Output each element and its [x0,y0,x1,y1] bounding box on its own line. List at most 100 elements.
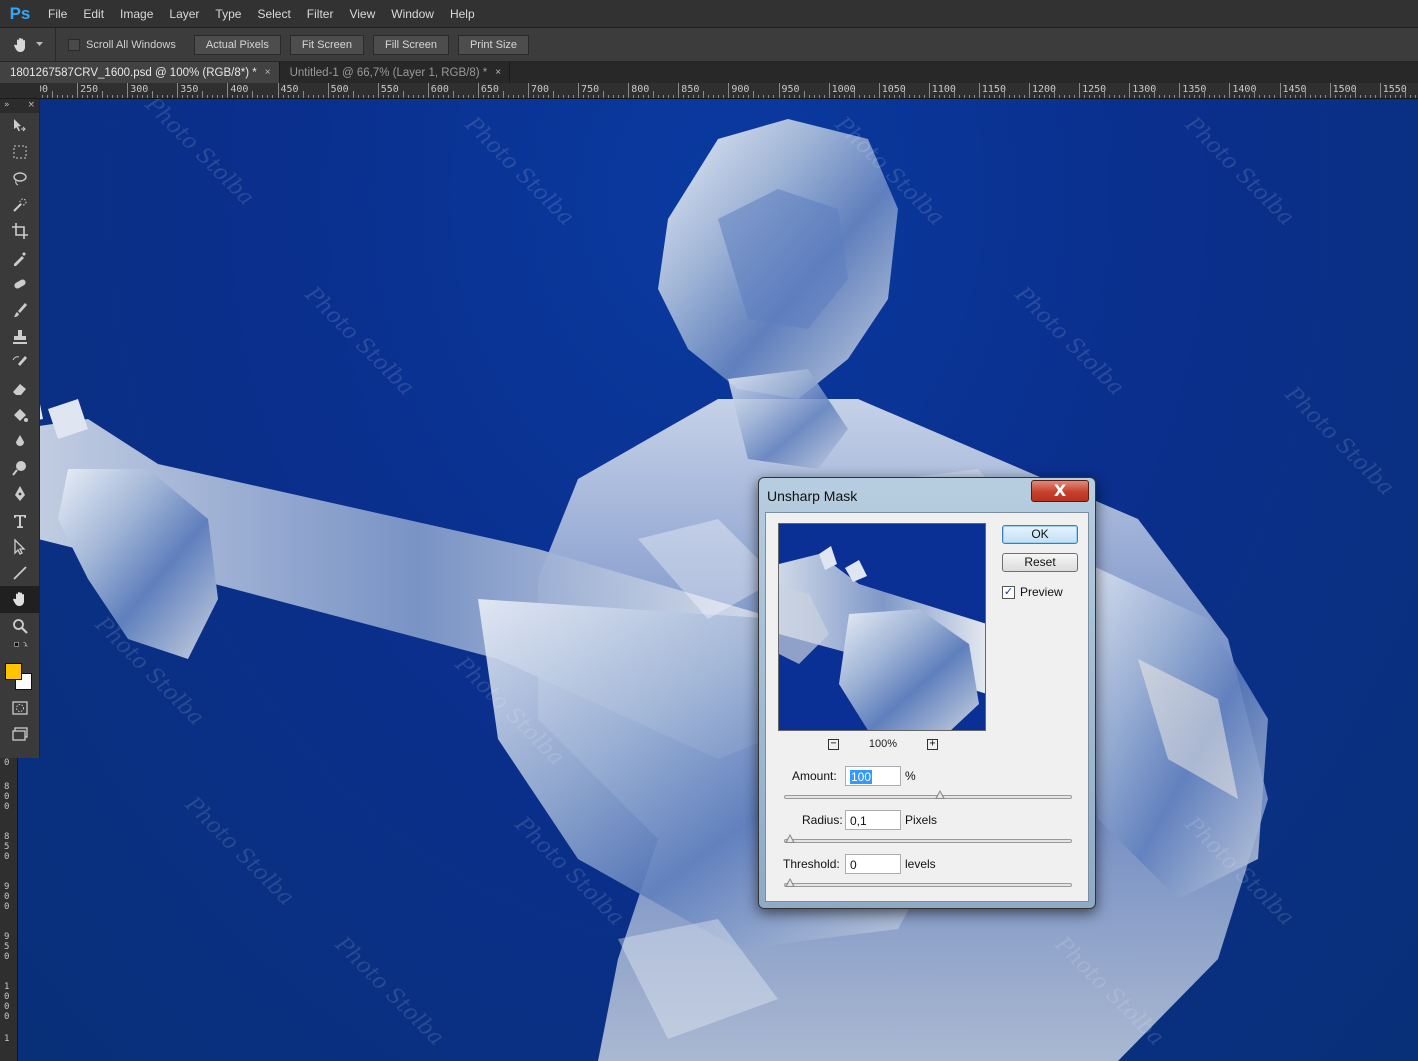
ruler-major-tick [1279,83,1281,98]
preview-checkbox-box[interactable]: ✓ [1002,585,1015,599]
menu-image[interactable]: Image [112,0,161,28]
hand-tool[interactable] [0,586,40,613]
radius-slider-thumb[interactable] [785,834,795,843]
actual-pixels-button[interactable]: Actual Pixels [193,34,281,55]
zoom-tool[interactable] [0,613,40,639]
ruler-minor-tick [703,91,705,98]
amount-slider[interactable] [784,790,1072,799]
amount-slider-thumb[interactable] [935,790,946,799]
radius-label: Radius: [802,813,843,827]
checkbox-box[interactable] [68,38,80,51]
threshold-slider-thumb[interactable] [785,878,795,887]
dialog-close-button[interactable]: X [1031,480,1089,502]
ruler-minor-tick [402,91,404,98]
path-selection-tool[interactable] [0,534,40,560]
menu-window[interactable]: Window [383,0,442,28]
color-swatches[interactable] [0,655,40,695]
dodge-tool[interactable] [0,455,40,481]
blur-tool[interactable] [0,429,40,455]
line-icon [13,566,27,580]
menu-edit[interactable]: Edit [75,0,112,28]
amount-input[interactable]: 100 [845,766,901,786]
zoom-out-button[interactable]: − [828,738,839,750]
ruler-label: 950 [781,84,800,95]
ruler-label: 8 5 0 [4,832,10,862]
tools-panel: » × [0,99,40,758]
tab-document-1[interactable]: 1801267587CRV_1600.psd @ 100% (RGB/8*) *… [0,62,280,83]
eraser-icon [13,384,26,396]
ruler-origin[interactable] [0,83,40,99]
history-brush-tool[interactable] [0,350,40,376]
ruler-major-tick [1229,83,1231,98]
close-icon[interactable]: × [27,99,35,113]
print-size-button[interactable]: Print Size [457,34,530,55]
close-icon[interactable]: × [265,67,271,78]
zoom-in-button[interactable]: + [926,738,938,750]
healing-brush-tool[interactable] [0,271,40,297]
radius-input[interactable]: 0,1 [845,810,901,830]
foreground-color-swatch[interactable] [5,662,22,680]
tab-document-2[interactable]: Untitled-1 @ 66,7% (Layer 1, RGB/8) * × [280,62,511,83]
radius-slider[interactable] [784,834,1072,843]
move-tool[interactable] [0,113,40,139]
crop-tool[interactable] [0,218,40,244]
dialog-titlebar[interactable]: Unsharp Mask X [759,478,1095,512]
preview-checkbox[interactable]: ✓ Preview [1002,585,1063,599]
close-icon[interactable]: × [495,67,501,78]
ruler-label: 1450 [1282,84,1307,95]
ruler-label: 1200 [1032,84,1057,95]
reset-button[interactable]: Reset [1002,553,1078,572]
ruler-label: 1050 [881,84,906,95]
collapse-icon[interactable]: » [4,99,10,113]
threshold-input[interactable]: 0 [845,854,901,874]
marquee-tool[interactable] [0,139,40,165]
default-colors-toggle[interactable] [0,639,40,655]
ruler-major-tick [778,83,780,98]
fit-screen-button[interactable]: Fit Screen [289,34,364,55]
ruler-minor-tick [152,91,154,98]
clone-stamp-tool[interactable] [0,323,40,349]
ruler-label: 800 [631,84,650,95]
vertical-ruler[interactable]: 0 8 0 0 8 5 0 9 0 0 9 5 0 1 0 0 0 1 [0,758,18,1061]
ruler-label: 250 [80,84,99,95]
menu-layer[interactable]: Layer [161,0,207,28]
menu-select[interactable]: Select [249,0,298,28]
lasso-icon [13,172,27,186]
menu-filter[interactable]: Filter [299,0,342,28]
ruler-label: 1 [4,1034,10,1044]
type-tool[interactable] [0,507,40,533]
ruler-major-tick [978,83,980,98]
eraser-tool[interactable] [0,376,40,402]
quick-mask-icon [12,701,28,715]
menu-file[interactable]: File [40,0,75,28]
scroll-all-windows-checkbox[interactable]: Scroll All Windows [68,38,176,51]
pen-tool[interactable] [0,481,40,507]
filter-preview-thumbnail[interactable] [778,523,986,731]
screen-mode-tool[interactable] [0,721,40,747]
ruler-minor-tick [853,91,855,98]
document-canvas[interactable]: Photo Stolba Photo Stolba Photo Stolba P… [18,99,1418,1061]
ruler-label: 1 0 0 0 [4,982,10,1022]
ok-button[interactable]: OK [1002,525,1078,544]
tool-preset-picker[interactable] [0,27,56,62]
radius-unit: Pixels [905,813,938,827]
menu-view[interactable]: View [341,0,383,28]
ruler-label: 200 [40,84,49,95]
horizontal-ruler[interactable]: 200 250 300 350 400 450 500 550 600 650 700 750 800 8… [40,83,1418,99]
quick-selection-tool[interactable] [0,192,40,218]
ruler-minor-tick [1154,91,1156,98]
eyedropper-tool[interactable] [0,244,40,270]
quick-mask-tool[interactable] [0,695,40,721]
line-tool[interactable] [0,560,40,586]
threshold-slider[interactable] [784,878,1072,887]
ruler-major-tick [578,83,580,98]
menu-help[interactable]: Help [442,0,483,28]
paint-bucket-tool[interactable] [0,402,40,428]
menu-type[interactable]: Type [207,0,249,28]
lasso-tool[interactable] [0,166,40,192]
brush-tool[interactable] [0,297,40,323]
ruler-major-tick [277,83,279,98]
ruler-label: 450 [280,84,299,95]
type-icon [14,514,26,528]
fill-screen-button[interactable]: Fill Screen [372,34,449,55]
